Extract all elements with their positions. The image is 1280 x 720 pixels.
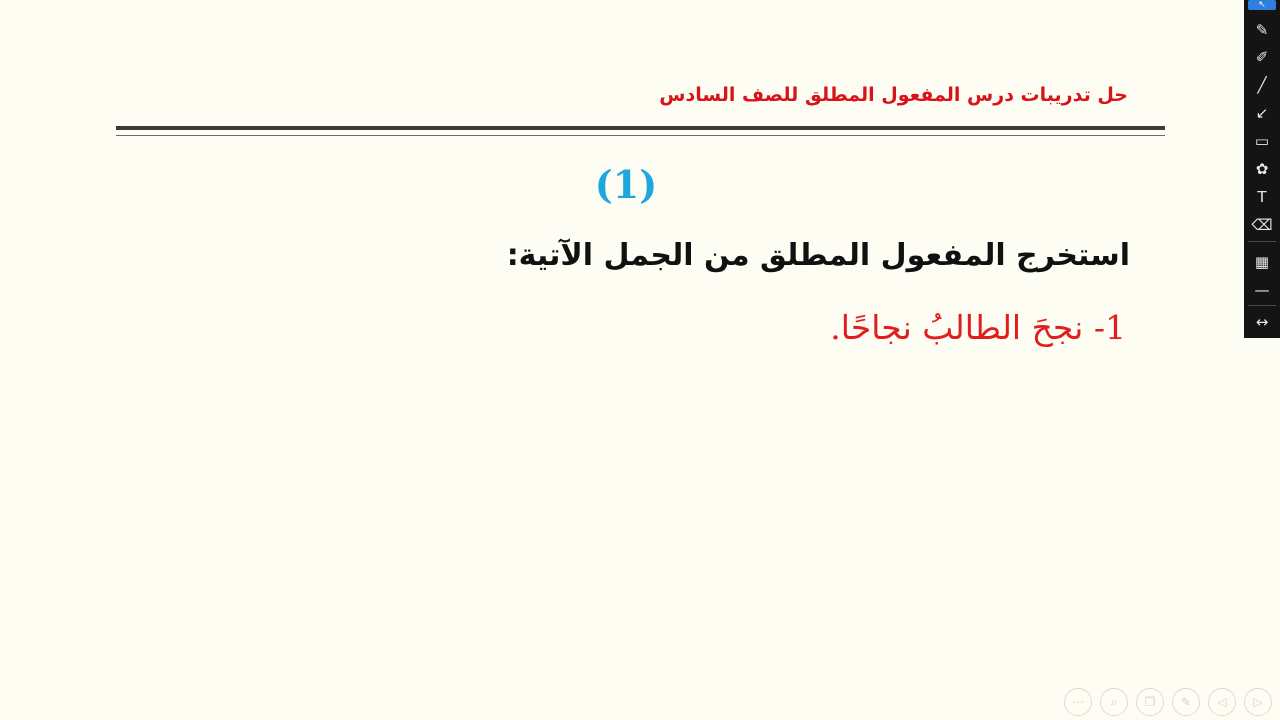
line-width-icon[interactable]: — bbox=[1248, 278, 1276, 302]
slide-canvas: حل تدريبات درس المفعول المطلق للصف الساد… bbox=[0, 0, 1244, 720]
toolbar-separator bbox=[1248, 241, 1276, 242]
transparency-icon[interactable]: ▦ bbox=[1248, 250, 1276, 274]
color-palette-icon[interactable]: ✿ bbox=[1248, 157, 1276, 181]
pencil-icon[interactable]: ✎ bbox=[1248, 18, 1276, 42]
pen-icon[interactable]: ✎ bbox=[1172, 688, 1200, 716]
slideshow-nav-controls: ⋯ ⌕ ❐ ✎ ◁ ▷ bbox=[1064, 688, 1272, 716]
exercise-item-1: 1- نجحَ الطالبُ نجاحًا. bbox=[830, 308, 1126, 347]
marker-icon[interactable]: ✐ bbox=[1248, 45, 1276, 69]
cursor-icon[interactable]: ↖ bbox=[1248, 0, 1276, 10]
rectangle-icon[interactable]: ▭ bbox=[1248, 129, 1276, 153]
annotation-toolbar: ↖ ✎ ✐ ╱ ↙ ▭ ✿ T ⌫ ▦ — ↔ bbox=[1244, 0, 1280, 338]
text-tool-icon[interactable]: T bbox=[1248, 185, 1276, 209]
line-icon[interactable]: ╱ bbox=[1248, 73, 1276, 97]
exercise-number: (1) bbox=[594, 162, 658, 207]
previous-icon[interactable]: ◁ bbox=[1208, 688, 1236, 716]
toolbar-separator bbox=[1248, 305, 1276, 306]
copy-slides-icon[interactable]: ❐ bbox=[1136, 688, 1164, 716]
more-icon[interactable]: ⋯ bbox=[1064, 688, 1092, 716]
zoom-icon[interactable]: ⌕ bbox=[1100, 688, 1128, 716]
eraser-icon[interactable]: ⌫ bbox=[1248, 213, 1276, 237]
header-divider-thick bbox=[116, 126, 1165, 130]
expand-arrows-icon[interactable]: ↔ bbox=[1248, 310, 1276, 334]
exercise-instruction: استخرج المفعول المطلق من الجمل الآتية: bbox=[506, 238, 1130, 273]
arrow-pen-icon[interactable]: ↙ bbox=[1248, 101, 1276, 125]
header-divider-thin bbox=[116, 135, 1165, 136]
next-icon[interactable]: ▷ bbox=[1244, 688, 1272, 716]
header-title: حل تدريبات درس المفعول المطلق للصف الساد… bbox=[659, 84, 1128, 106]
